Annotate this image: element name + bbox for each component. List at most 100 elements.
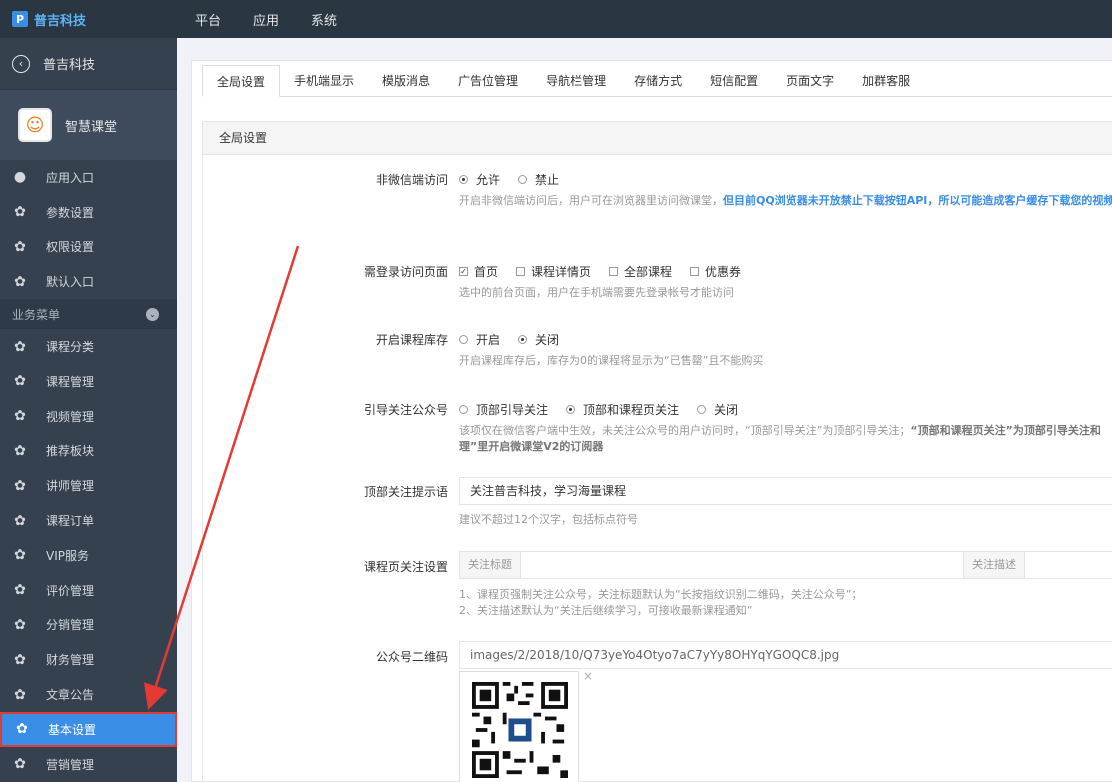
follow-title-addon: 关注标题 (459, 551, 521, 579)
radio-stock-on[interactable]: 开启 (459, 331, 500, 348)
gear-icon: ✿ (14, 338, 26, 355)
sidebar-item-vip[interactable]: ✿ VIP服务 (0, 538, 177, 573)
sidebar-item-distribution[interactable]: ✿ 分销管理 (0, 608, 177, 643)
field-label: 引导关注公众号 (363, 403, 448, 417)
sidebar-item-default-entry[interactable]: ✿ 默认入口 (0, 264, 177, 299)
sidebar-item-permissions[interactable]: ✿ 权限设置 (0, 230, 177, 265)
row-follow: 引导关注公众号 顶部引导关注 顶部和课程页关注 关闭 该项仅在微信客户端中生效，… (203, 395, 1112, 465)
sidebar-item-label: 应用入口 (46, 170, 95, 185)
radio-follow-top-course[interactable]: 顶部和课程页关注 (566, 401, 679, 418)
radio-stock-off[interactable]: 关闭 (518, 331, 559, 348)
chat-icon: ● (13, 169, 27, 186)
field-label: 公众号二维码 (375, 650, 448, 664)
row-stock: 开启课程库存 开启 关闭 开启课程库存后，库存为0的课程将显示为“已售罄”且不能… (203, 325, 1112, 385)
field-label: 顶部关注提示语 (363, 485, 448, 499)
option-label: 优惠券 (705, 265, 742, 279)
top-nav-platform[interactable]: 平台 (195, 10, 221, 29)
follow-desc-addon: 关注描述 (963, 551, 1025, 579)
gear-icon: ✿ (14, 616, 26, 633)
gear-icon: ✿ (14, 686, 26, 703)
field-hint: 建议不超过12个汉字，包括标点符号 (459, 513, 638, 526)
sidebar-item-app-entry[interactable]: ● 应用入口 (0, 160, 177, 195)
sidebar-back[interactable]: ‹ 普吉科技 (0, 38, 177, 90)
close-icon[interactable]: × (583, 669, 593, 683)
chevron-down-icon[interactable]: ⌄ (146, 307, 159, 321)
sidebar-section-business[interactable]: 业务菜单 ⌄ (0, 299, 177, 330)
gear-icon: ✿ (16, 721, 28, 738)
option-label: 首页 (474, 265, 499, 279)
row-qrcode: 公众号二维码 images/2/2018/10/Q73yeYo4Otyo7aC7… (203, 641, 1112, 781)
sidebar-item-articles[interactable]: ✿ 文章公告 (0, 677, 177, 712)
sidebar-item-basic-settings[interactable]: ✿ 基本设置 (0, 711, 177, 747)
tab-bar: 全局设置 手机端显示 模版消息 广告位管理 导航栏管理 存储方式 短信配置 页面… (202, 61, 1112, 97)
field-hint: 选中的前台页面，用户在手机端需要先登录帐号才能访问 (459, 286, 734, 299)
sidebar-item-video-manage[interactable]: ✿ 视频管理 (0, 399, 177, 434)
hint-text: 该项仅在微信客户端中生效，未关注公众号的用户访问时，“顶部引导关注”为顶部引导关… (459, 424, 911, 437)
tab-storage[interactable]: 存储方式 (620, 65, 696, 97)
gear-icon: ✿ (14, 651, 26, 668)
sidebar-item-label: 课程订单 (46, 514, 95, 529)
tab-group-service[interactable]: 加群客服 (848, 65, 924, 97)
field-label: 开启课程库存 (375, 333, 448, 347)
tab-page-text[interactable]: 页面文字 (772, 65, 848, 97)
sidebar-item-label: 推荐板块 (46, 444, 95, 459)
top-nav-system[interactable]: 系统 (311, 10, 337, 29)
gear-icon: ✿ (14, 442, 26, 459)
radio-allow[interactable]: 允许 (459, 171, 500, 188)
tab-sms[interactable]: 短信配置 (696, 65, 772, 97)
sidebar-item-reviews[interactable]: ✿ 评价管理 (0, 573, 177, 608)
gear-icon: ✿ (14, 512, 26, 529)
tab-mobile[interactable]: 手机端显示 (280, 65, 368, 97)
option-label: 开启 (476, 333, 501, 347)
sidebar-item-course-category[interactable]: ✿ 课程分类 (0, 329, 177, 364)
option-label: 课程详情页 (531, 265, 592, 279)
radio-follow-top[interactable]: 顶部引导关注 (459, 401, 548, 418)
field-hint-2: 理”里开启微课堂V2的订阅器 (459, 439, 603, 455)
sidebar: ‹ 普吉科技 ☺ 智慧课堂 ● 应用入口 ✿ 参数设置 ✿ 权限设置 ✿ 默认入口 业务… (0, 38, 177, 782)
sidebar-item-orders[interactable]: ✿ 课程订单 (0, 503, 177, 538)
brand-logo-icon: P (12, 11, 28, 27)
sidebar-item-label: 课程管理 (46, 374, 95, 389)
sidebar-back-label: 普吉科技 (43, 58, 96, 73)
hint-emphasis: 理”里开启微课堂V2的订阅器 (459, 440, 604, 453)
sidebar-item-label: 权限设置 (46, 240, 95, 255)
tab-template-msg[interactable]: 模版消息 (368, 65, 444, 97)
sidebar-item-teacher[interactable]: ✿ 讲师管理 (0, 468, 177, 503)
sidebar-app[interactable]: ☺ 智慧课堂 (0, 90, 177, 160)
top-nav-apps[interactable]: 应用 (253, 10, 279, 29)
sidebar-item-finance[interactable]: ✿ 财务管理 (0, 642, 177, 677)
sidebar-item-params[interactable]: ✿ 参数设置 (0, 195, 177, 230)
option-label: 允许 (476, 173, 501, 187)
sidebar-item-course-manage[interactable]: ✿ 课程管理 (0, 364, 177, 399)
row-course-follow: 课程页关注设置 关注标题 关注描述 1、课程页强制关注公众号，关注标题默认为“长… (203, 551, 1112, 621)
tab-global[interactable]: 全局设置 (202, 65, 281, 97)
checkbox-all-courses[interactable]: 全部课程 (609, 263, 672, 280)
gear-icon: ✿ (14, 477, 26, 494)
brand-name: 普吉科技 (34, 13, 87, 29)
radio-deny[interactable]: 禁止 (518, 171, 559, 188)
gear-icon: ✿ (14, 373, 26, 390)
qrcode-image (472, 682, 568, 778)
sidebar-item-marketing[interactable]: ✿ 营销管理 (0, 747, 177, 782)
gear-icon: ✿ (14, 408, 26, 425)
sidebar-item-recommend[interactable]: ✿ 推荐板块 (0, 434, 177, 469)
top-tip-input[interactable]: 关注普吉科技，学习海量课程 (459, 477, 1112, 505)
sidebar-item-label: 营销管理 (46, 757, 95, 772)
qrcode-preview (459, 671, 579, 782)
qrcode-path-input[interactable]: images/2/2018/10/Q73yeYo4Otyo7aC7yYy8OHY… (459, 641, 1112, 669)
gear-icon: ✿ (14, 547, 26, 564)
radio-follow-off[interactable]: 关闭 (697, 401, 738, 418)
app-logo-icon: ☺ (18, 108, 52, 142)
checkbox-course-detail[interactable]: 课程详情页 (516, 263, 591, 280)
option-label: 关闭 (535, 333, 560, 347)
checkbox-coupon[interactable]: 优惠券 (690, 263, 741, 280)
sidebar-section-label: 业务菜单 (12, 307, 61, 322)
top-nav: 平台 应用 系统 (195, 0, 369, 38)
brand[interactable]: P 普吉科技 (0, 0, 177, 38)
gear-icon: ✿ (14, 273, 26, 290)
tab-ads[interactable]: 广告位管理 (444, 65, 532, 97)
sidebar-item-label: 参数设置 (46, 205, 95, 220)
checkbox-home[interactable]: ✓ 首页 (459, 263, 498, 280)
sidebar-item-label: 默认入口 (46, 275, 95, 290)
tab-navbar[interactable]: 导航栏管理 (532, 65, 620, 97)
